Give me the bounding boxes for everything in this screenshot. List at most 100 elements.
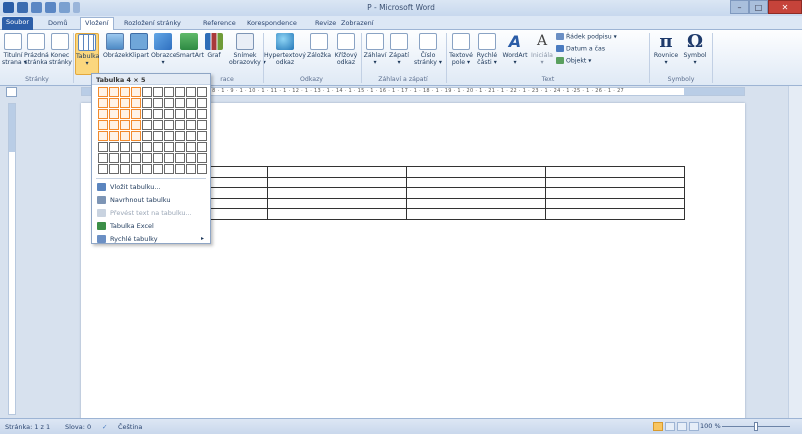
table-grid-cell[interactable] [109, 120, 119, 130]
table-grid-cell[interactable] [131, 87, 141, 97]
object-button[interactable]: Objekt ▾ [556, 57, 591, 66]
table-grid-cell[interactable] [142, 98, 152, 108]
table-grid-cell[interactable] [164, 87, 174, 97]
table-grid-cell[interactable] [175, 98, 185, 108]
table-grid-cell[interactable] [131, 153, 141, 163]
tab-home[interactable]: Domů [44, 18, 71, 30]
language-indicator[interactable]: Čeština [118, 423, 142, 431]
table-grid-cell[interactable] [197, 131, 207, 141]
table-grid-cell[interactable] [175, 120, 185, 130]
table-grid-cell[interactable] [120, 142, 130, 152]
drop-cap-button[interactable]: A Iniciála ▾ [530, 33, 554, 66]
table-grid-cell[interactable] [186, 87, 196, 97]
table-grid-cell[interactable] [197, 120, 207, 130]
table-grid-cell[interactable] [164, 120, 174, 130]
table-grid-cell[interactable] [98, 142, 108, 152]
table-grid-cell[interactable] [186, 142, 196, 152]
table-cell[interactable] [406, 187, 546, 199]
table-grid-cell[interactable] [131, 109, 141, 119]
table-grid-cell[interactable] [175, 109, 185, 119]
zoom-slider-knob[interactable] [754, 422, 758, 431]
table-grid-cell[interactable] [175, 87, 185, 97]
table-grid-cell[interactable] [153, 87, 163, 97]
tab-file[interactable]: Soubor [2, 17, 33, 30]
table-cell[interactable] [406, 197, 546, 209]
table-cell[interactable] [406, 166, 546, 178]
equation-button[interactable]: π Rovnice ▾ [652, 33, 680, 67]
tab-page-layout[interactable]: Rozložení stránky [120, 18, 185, 30]
table-grid-cell[interactable] [175, 153, 185, 163]
vertical-scrollbar[interactable] [788, 86, 802, 418]
table-grid-cell[interactable] [153, 120, 163, 130]
table-grid-cell[interactable] [197, 87, 207, 97]
footer-button[interactable]: Zápatí ▾ [388, 33, 410, 66]
table-grid-cell[interactable] [142, 164, 152, 174]
table-grid-cell[interactable] [164, 164, 174, 174]
wordart-button[interactable]: A WordArt ▾ [500, 33, 530, 66]
tab-review[interactable]: Revize [311, 18, 340, 30]
header-button[interactable]: Záhlaví ▾ [363, 33, 387, 66]
document-table[interactable] [128, 166, 685, 220]
table-grid-cell[interactable] [197, 153, 207, 163]
close-button[interactable]: ✕ [768, 0, 802, 14]
table-grid-cell[interactable] [142, 109, 152, 119]
table-grid-cell[interactable] [186, 164, 196, 174]
table-grid-cell[interactable] [120, 98, 130, 108]
quick-tables-item[interactable]: Rychlé tabulky ▸ [95, 233, 207, 245]
table-cell[interactable] [267, 166, 407, 178]
table-grid-cell[interactable] [197, 142, 207, 152]
table-grid-cell[interactable] [153, 131, 163, 141]
cover-page-button[interactable]: Titulní strana ▾ [2, 33, 27, 66]
table-grid-picker[interactable] [98, 87, 207, 174]
table-cell[interactable] [267, 187, 407, 199]
table-grid-cell[interactable] [164, 131, 174, 141]
draw-table-item[interactable]: Navrhnout tabulku [95, 194, 207, 206]
smartart-button[interactable]: SmartArt [176, 33, 204, 59]
table-grid-cell[interactable] [109, 109, 119, 119]
tab-references[interactable]: Reference [199, 18, 240, 30]
print-layout-view-button[interactable] [653, 422, 663, 431]
table-cell[interactable] [406, 176, 546, 188]
table-grid-cell[interactable] [120, 153, 130, 163]
clipart-button[interactable]: Klipart [128, 33, 150, 59]
table-cell[interactable] [267, 176, 407, 188]
date-time-button[interactable]: Datum a čas [556, 45, 605, 54]
table-grid-cell[interactable] [142, 142, 152, 152]
table-grid-cell[interactable] [131, 131, 141, 141]
text-box-button[interactable]: Textové pole ▾ [448, 33, 474, 66]
symbol-button[interactable]: Ω Symbol ▾ [682, 33, 708, 67]
table-grid-cell[interactable] [131, 164, 141, 174]
table-grid-cell[interactable] [98, 164, 108, 174]
tab-selector[interactable] [6, 87, 17, 97]
table-grid-cell[interactable] [109, 131, 119, 141]
word-count[interactable]: Slova: 0 [65, 423, 91, 431]
tab-view[interactable]: Zobrazení [337, 18, 378, 30]
hyperlink-button[interactable]: Hypertextový odkaz [264, 33, 306, 66]
table-grid-cell[interactable] [98, 109, 108, 119]
quick-parts-button[interactable]: Rychlé části ▾ [475, 33, 499, 66]
table-grid-cell[interactable] [164, 109, 174, 119]
table-grid-cell[interactable] [98, 98, 108, 108]
excel-spreadsheet-item[interactable]: Tabulka Excel [95, 220, 207, 232]
table-grid-cell[interactable] [197, 98, 207, 108]
screenshot-button[interactable]: Snímek obrazovky ▾ [229, 33, 266, 66]
page-number-button[interactable]: Číslo stránky ▾ [412, 33, 444, 66]
table-grid-cell[interactable] [120, 120, 130, 130]
table-grid-cell[interactable] [109, 98, 119, 108]
table-grid-cell[interactable] [98, 153, 108, 163]
minimize-button[interactable]: – [730, 0, 749, 14]
table-grid-cell[interactable] [109, 142, 119, 152]
outline-view-button[interactable] [689, 422, 699, 431]
table-grid-cell[interactable] [142, 131, 152, 141]
table-button[interactable]: Tabulka ▾ [75, 33, 99, 75]
bookmark-button[interactable]: Záložka [306, 33, 332, 59]
vertical-ruler[interactable] [8, 103, 16, 415]
table-grid-cell[interactable] [120, 87, 130, 97]
table-grid-cell[interactable] [120, 131, 130, 141]
table-grid-cell[interactable] [153, 142, 163, 152]
table-grid-cell[interactable] [164, 153, 174, 163]
table-grid-cell[interactable] [142, 153, 152, 163]
tab-mailings[interactable]: Korespondence [243, 18, 301, 30]
page-break-button[interactable]: Konec stránky [49, 33, 72, 66]
tab-insert[interactable]: Vložení [80, 17, 114, 30]
